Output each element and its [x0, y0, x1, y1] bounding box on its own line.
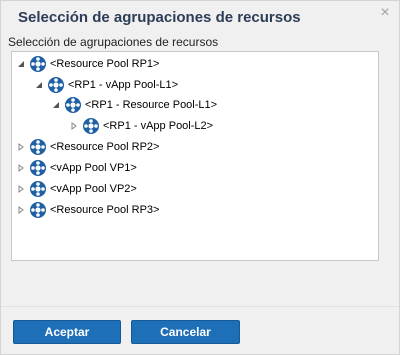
- cancel-button[interactable]: Cancelar: [131, 320, 240, 344]
- tree-node-label: <Resource Pool RP1>: [50, 58, 160, 70]
- resource-pool-selection-dialog: Selección de agrupaciones de recursos × …: [0, 0, 400, 355]
- dialog-titlebar: Selección de agrupaciones de recursos ×: [1, 1, 399, 33]
- tree-node-label: <vApp Pool VP1>: [50, 162, 137, 174]
- tree-node-label: <RP1 - Resource Pool-L1>: [85, 99, 218, 111]
- footer-divider: [1, 306, 399, 307]
- resource-pool-icon: [29, 201, 47, 219]
- resource-pool-icon: [64, 96, 82, 114]
- accept-button[interactable]: Aceptar: [13, 320, 121, 344]
- tree-node-resource-pool-rp3[interactable]: <Resource Pool RP3>: [16, 200, 159, 220]
- expanded-arrow-icon[interactable]: [34, 80, 44, 90]
- dialog-title: Selección de agrupaciones de recursos: [18, 9, 301, 26]
- resource-pool-icon: [29, 55, 47, 73]
- tree-node-rp1-resource-pool-l1[interactable]: <RP1 - Resource Pool-L1>: [51, 95, 217, 115]
- tree-node-label: <Resource Pool RP2>: [50, 141, 160, 153]
- resource-pool-icon: [29, 138, 47, 156]
- resource-pool-icon: [82, 117, 100, 135]
- tree-node-rp1-vapp-pool-l2[interactable]: <RP1 - vApp Pool-L2>: [69, 116, 213, 136]
- expanded-arrow-icon[interactable]: [51, 100, 61, 110]
- tree-node-vapp-pool-vp2[interactable]: <vApp Pool VP2>: [16, 179, 137, 199]
- collapsed-arrow-icon[interactable]: [16, 163, 26, 173]
- expanded-arrow-icon[interactable]: [16, 59, 26, 69]
- resource-pool-tree: <Resource Pool RP1> <RP1 - vApp Pool-L1>: [11, 51, 379, 261]
- tree-node-resource-pool-rp1[interactable]: <Resource Pool RP1>: [16, 54, 159, 74]
- collapsed-arrow-icon[interactable]: [16, 142, 26, 152]
- tree-node-label: <Resource Pool RP3>: [50, 204, 160, 216]
- tree-node-rp1-vapp-pool-l1[interactable]: <RP1 - vApp Pool-L1>: [34, 75, 178, 95]
- tree-node-label: <RP1 - vApp Pool-L2>: [103, 120, 214, 132]
- close-icon[interactable]: ×: [377, 4, 393, 22]
- collapsed-arrow-icon[interactable]: [16, 205, 26, 215]
- section-label: Selección de agrupaciones de recursos: [8, 35, 219, 49]
- resource-pool-icon: [29, 180, 47, 198]
- tree-node-vapp-pool-vp1[interactable]: <vApp Pool VP1>: [16, 158, 137, 178]
- tree-node-label: <vApp Pool VP2>: [50, 183, 137, 195]
- resource-pool-icon: [47, 76, 65, 94]
- collapsed-arrow-icon[interactable]: [69, 121, 79, 131]
- tree-node-label: <RP1 - vApp Pool-L1>: [68, 79, 179, 91]
- collapsed-arrow-icon[interactable]: [16, 184, 26, 194]
- resource-pool-icon: [29, 159, 47, 177]
- tree-node-resource-pool-rp2[interactable]: <Resource Pool RP2>: [16, 137, 159, 157]
